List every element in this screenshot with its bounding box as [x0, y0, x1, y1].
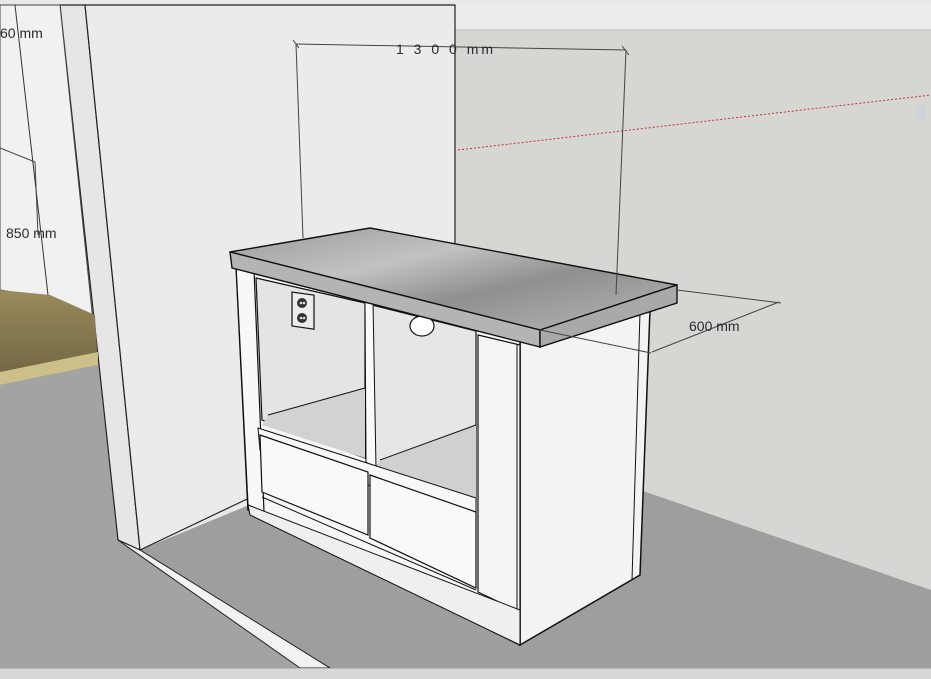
power-outlet-icon [291, 291, 315, 330]
dimension-height-label: 850 mm [6, 225, 57, 241]
dimension-depth-label: 600 mm [689, 318, 740, 334]
top-band [455, 5, 931, 30]
scroll-marker [918, 105, 926, 119]
dimension-partial-label: 60 mm [0, 25, 43, 41]
3d-scene[interactable] [0, 0, 931, 668]
status-strip [0, 668, 931, 679]
model-viewport[interactable]: 1 3 0 0 mm 600 mm 850 mm 60 mm [0, 0, 931, 668]
dimension-width-label: 1 3 0 0 mm [396, 41, 497, 57]
right-door-panel [477, 334, 521, 613]
